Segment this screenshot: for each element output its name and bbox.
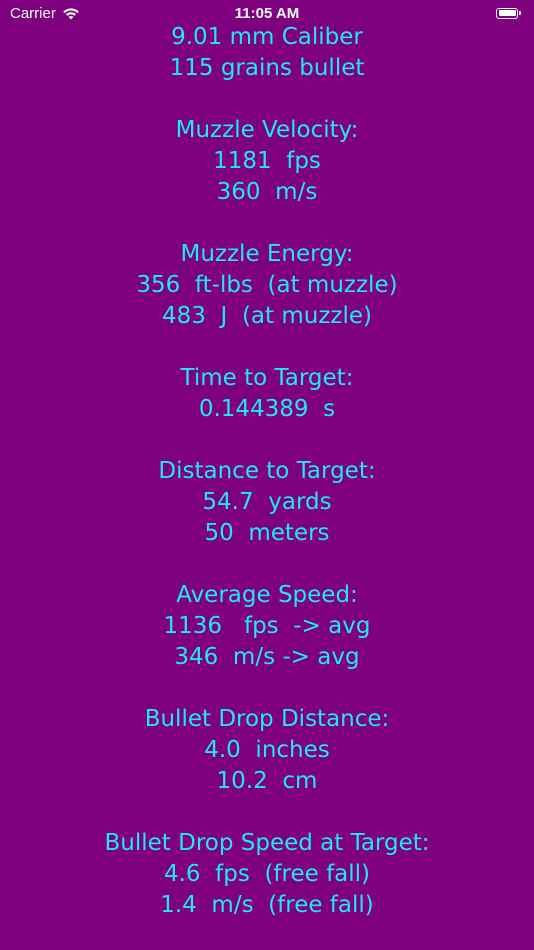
status-time: 11:05 AM [234, 5, 300, 22]
time-to-target-heading: Time to Target: [180, 365, 354, 391]
distance-to-target-meters: 50 meters [204, 520, 330, 546]
average-speed-ms: 346 m/s -> avg [174, 644, 360, 670]
time-to-target-seconds: 0.144389 s [198, 396, 336, 422]
battery-icon [496, 6, 524, 20]
bullet-drop-speed-fps: 4.6 fps (free fall) [163, 861, 371, 887]
muzzle-velocity-heading: Muzzle Velocity: [175, 117, 359, 143]
bullet-drop-distance-heading: Bullet Drop Distance: [144, 706, 390, 732]
average-speed-fps: 1136 fps -> avg [163, 613, 371, 639]
distance-to-target-heading: Distance to Target: [158, 458, 376, 484]
bullet-weight-text: 115 grains bullet [169, 55, 365, 81]
bullet-drop-speed-heading: Bullet Drop Speed at Target: [104, 830, 430, 856]
muzzle-velocity-ms: 360 m/s [216, 179, 318, 205]
bullet-drop-speed-ms: 1.4 m/s (free fall) [160, 892, 374, 918]
muzzle-energy-ftlbs: 356 ft-lbs (at muzzle) [136, 272, 398, 298]
ballistics-results: 9.01 mm Caliber 115 grains bullet Muzzle… [0, 22, 534, 921]
muzzle-energy-joules: 483 J (at muzzle) [162, 303, 372, 329]
muzzle-energy-heading: Muzzle Energy: [180, 241, 354, 267]
muzzle-velocity-fps: 1181 fps [213, 148, 321, 174]
average-speed-heading: Average Speed: [176, 582, 358, 608]
bullet-drop-distance-cm: 10.2 cm [216, 768, 318, 794]
distance-to-target-yards: 54.7 yards [202, 489, 332, 515]
bullet-drop-distance-inches: 4.0 inches [204, 737, 330, 763]
caliber-text: 9.01 mm Caliber [171, 24, 363, 50]
